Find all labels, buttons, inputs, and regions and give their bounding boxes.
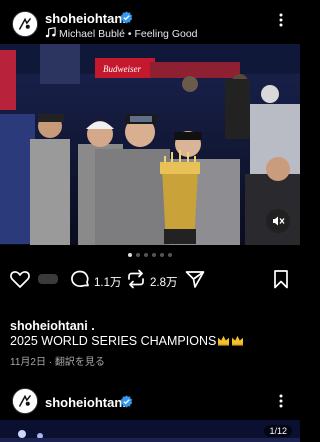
bookmark-icon — [274, 270, 288, 289]
comment-button[interactable] — [69, 268, 91, 290]
carousel-dot — [168, 253, 172, 257]
next-post-photo[interactable]: 1/12 — [0, 420, 300, 442]
celebration-photo: Budweiser — [0, 44, 300, 245]
next-post-username[interactable]: shoheiohtani — [45, 395, 126, 410]
post-photo[interactable]: Budweiser — [0, 44, 300, 245]
see-translation-link[interactable]: 翻訳を見る — [55, 357, 105, 368]
avatar-logo-icon — [13, 12, 37, 36]
share-button[interactable] — [184, 268, 206, 290]
more-icon[interactable] — [274, 12, 288, 28]
verified-icon — [120, 11, 133, 24]
next-post-header: shoheiohtani — [0, 385, 300, 415]
post-username[interactable]: shoheiohtani — [45, 11, 126, 26]
post-meta: 11月2日 · 翻訳を見る — [10, 353, 105, 368]
carousel-dot — [152, 253, 156, 257]
verified-icon — [120, 395, 133, 408]
crown-icon — [218, 335, 230, 346]
avatar-logo-icon — [13, 389, 37, 413]
post-date: 11月2日 — [10, 357, 46, 368]
mute-icon — [273, 216, 285, 226]
comment-count: 1.1万 — [94, 277, 122, 289]
caption-text-row: 2025 WORLD SERIES CHAMPIONS — [10, 334, 244, 348]
action-bar: 1.1万 2.8万 — [0, 268, 300, 292]
budweiser-banner: Budweiser — [103, 64, 141, 74]
caption-username[interactable]: shoheiohtani . — [10, 319, 95, 333]
more-icon[interactable] — [274, 393, 288, 409]
repost-icon — [128, 269, 144, 289]
caption-text: 2025 WORLD SERIES CHAMPIONS — [10, 334, 217, 348]
bookmark-button[interactable] — [270, 268, 292, 290]
share-icon — [185, 271, 205, 288]
mute-button[interactable] — [266, 209, 290, 233]
next-avatar[interactable] — [12, 388, 38, 414]
comment-icon — [71, 270, 89, 288]
avatar[interactable] — [12, 11, 38, 37]
repost-count: 2.8万 — [150, 277, 178, 289]
carousel-dot — [160, 253, 164, 257]
like-button[interactable] — [9, 268, 31, 290]
music-row[interactable]: Michael Bublé • Feeling Good — [45, 27, 198, 40]
music-label: Michael Bublé • Feeling Good — [59, 28, 198, 40]
image-counter: 1/12 — [264, 425, 292, 437]
music-note-icon — [45, 27, 56, 38]
carousel-dot — [144, 253, 148, 257]
heart-icon — [10, 271, 30, 288]
crown-icon — [232, 335, 244, 346]
carousel-dot — [136, 253, 140, 257]
carousel-indicator — [0, 253, 300, 257]
post-header: shoheiohtani Michael Bublé • Feeling Goo… — [0, 0, 300, 44]
carousel-dot — [128, 253, 132, 257]
next-photo-image — [0, 420, 300, 442]
like-count-hidden — [38, 274, 58, 284]
repost-button[interactable] — [125, 268, 147, 290]
